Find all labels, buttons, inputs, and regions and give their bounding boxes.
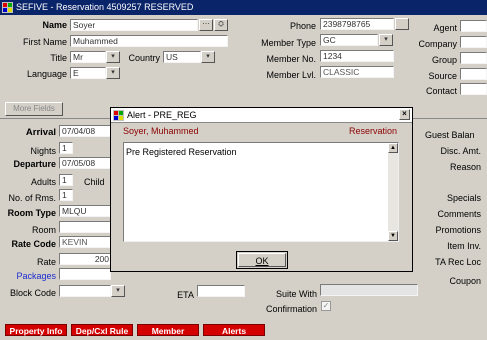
title-field[interactable]: Mr [70,51,106,63]
alert-dialog-title-bar: Alert - PRE_REG × [111,108,412,123]
member-no-field[interactable]: 1234 [320,50,394,62]
title-label: Title [50,53,67,63]
adults-field[interactable]: 1 [59,174,73,186]
confirmation-checkbox[interactable]: ✓ [321,301,331,311]
agent-label: Agent [433,23,457,33]
rate-code-label: Rate Code [11,239,56,249]
language-label: Language [26,69,67,79]
member-lvl-label: Member Lvl. [266,70,316,80]
phone-label: Phone [289,21,316,31]
block-code-field[interactable] [59,285,111,297]
name-search-button[interactable]: ⛭ [214,19,228,31]
block-code-label: Block Code [9,288,56,298]
departure-field[interactable]: 07/05/08 [59,157,111,169]
promotions-label: Promotions [435,225,481,235]
member-type-dropdown-button[interactable]: ▾ [379,34,393,46]
block-code-dropdown-button[interactable]: ▾ [111,285,125,297]
first-name-label: First Name [22,37,67,47]
group-label: Group [431,55,457,65]
alerts-button[interactable]: Alerts [203,324,265,336]
close-icon[interactable]: × [399,109,410,120]
nights-field[interactable]: 1 [59,142,73,154]
member-button[interactable]: Member [137,324,199,336]
country-label: Country [128,53,160,63]
reason-label: Reason [449,162,481,172]
company-label: Company [418,39,457,49]
scroll-down-icon[interactable]: ▼ [388,231,398,241]
window-title-bar: SEFIVE - Reservation 4509257 RESERVED [0,0,487,15]
item-inv-label: Item Inv. [447,241,481,251]
first-name-field[interactable]: Muhammed [70,35,228,47]
disc-amt-label: Disc. Amt. [440,146,481,156]
guest-balance-label: Guest Balan [425,130,475,140]
confirmation-label: Confirmation [265,304,317,314]
alert-guest-name: Soyer, Muhammed [123,126,199,136]
room-label: Room [31,225,56,235]
nights-label: Nights [30,146,56,156]
name-label: Name [42,20,67,30]
alert-dialog: Alert - PRE_REG × Soyer, Muhammed Reserv… [110,107,413,272]
phone-field[interactable]: 2398798765 [320,18,394,30]
ok-label: OK [255,256,269,266]
alert-message: Pre Registered Reservation [126,147,237,157]
phone-button[interactable] [395,18,409,30]
no-rms-field[interactable]: 1 [59,189,73,201]
packages-field[interactable] [59,268,111,280]
more-fields-label: More Fields [13,104,55,113]
dep-cxl-rule-button[interactable]: Dep/Cxl Rule [71,324,133,336]
comments-label: Comments [437,209,481,219]
room-type-field[interactable]: MLQU [59,205,111,217]
eta-field[interactable] [197,285,245,297]
alert-area: Reservation [349,126,398,136]
country-field[interactable]: US [163,51,201,63]
rate-label: Rate [36,257,56,267]
coupon-label: Coupon [449,276,481,286]
language-field[interactable]: E [70,67,106,79]
language-dropdown-button[interactable]: ▾ [106,67,120,79]
suite-with-field[interactable] [320,284,418,296]
no-rms-label: No. of Rms. [8,193,56,203]
adults-label: Adults [30,177,56,187]
more-fields-button[interactable]: More Fields [5,102,63,116]
departure-label: Departure [13,159,56,169]
member-type-field[interactable]: GC [320,34,378,46]
group-field[interactable] [460,52,487,64]
alert-message-box[interactable]: Pre Registered Reservation ▲ ▼ [123,142,399,242]
room-field[interactable] [59,221,111,233]
specials-label: Specials [446,193,481,203]
rate-field[interactable]: 200 [59,253,111,265]
app-icon [2,2,13,13]
rate-code-field[interactable]: KEVIN [59,236,111,248]
agent-field[interactable] [460,20,487,32]
member-lvl-field: CLASSIC [320,66,394,78]
room-type-label: Room Type [7,208,56,218]
alert-dialog-title: Alert - PRE_REG [127,110,197,120]
contact-field[interactable] [460,83,487,95]
window-title: SEFIVE - Reservation 4509257 RESERVED [16,2,194,12]
name-lov-button[interactable]: ⋯ [199,19,213,31]
ok-button[interactable]: OK [236,251,288,269]
packages-link[interactable]: Packages [0,270,56,282]
scroll-up-icon[interactable]: ▲ [388,143,398,153]
app-icon [113,110,124,121]
member-type-label: Member Type [261,38,316,48]
contact-label: Contact [425,86,457,96]
property-info-button[interactable]: Property Info [5,324,67,336]
ta-rec-loc-label: TA Rec Loc [435,257,481,267]
eta-label: ETA [177,290,194,300]
arrival-field[interactable]: 07/04/08 [59,125,111,137]
company-field[interactable] [460,36,487,48]
name-field[interactable]: Soyer [70,19,198,31]
alert-scrollbar[interactable]: ▲ ▼ [388,143,398,241]
source-label: Source [428,71,457,81]
arrival-label: Arrival [25,127,56,138]
country-dropdown-button[interactable]: ▾ [201,51,215,63]
source-field[interactable] [460,68,487,80]
child-label: Child [84,177,105,187]
member-no-label: Member No. [266,54,316,64]
suite-with-label: Suite With [275,289,317,299]
